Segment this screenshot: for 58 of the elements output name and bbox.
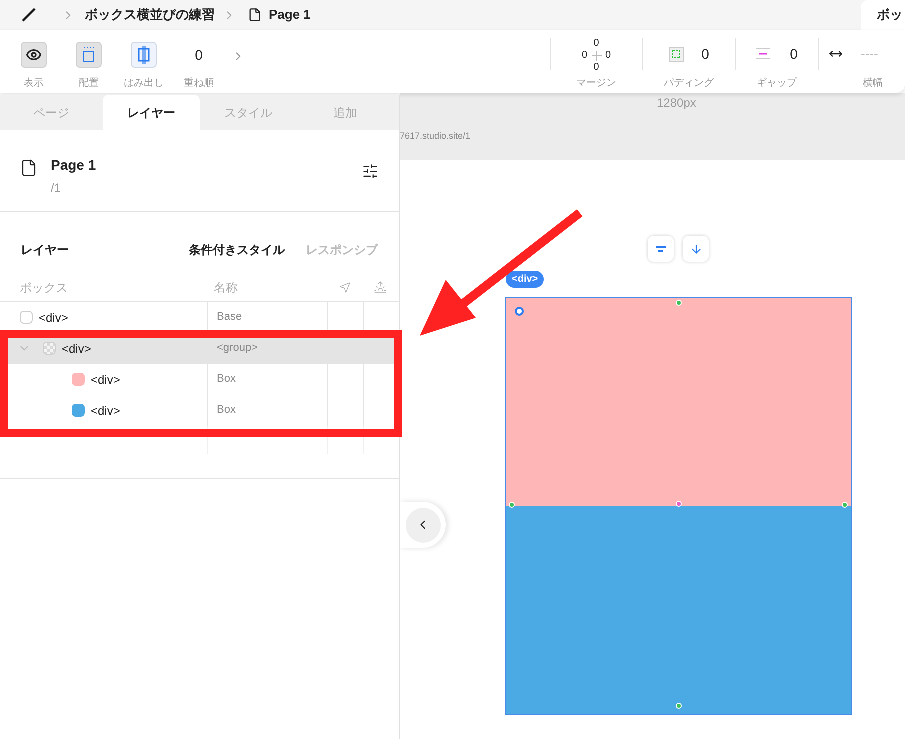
eye-icon: [26, 47, 42, 63]
direction-button[interactable]: [683, 236, 709, 262]
arrow-down-icon: [690, 242, 702, 256]
page-icon: [20, 159, 38, 177]
gap-label: ギャップ: [757, 76, 797, 91]
layers-title: レイヤー: [21, 242, 69, 259]
page-icon: [248, 8, 262, 22]
colored-box[interactable]: [506, 506, 851, 714]
tool-label: 配置: [79, 76, 99, 91]
layer-view-tab[interactable]: 条件付きスタイル: [189, 241, 285, 259]
layer-tag: <div>: [91, 370, 120, 388]
checkbox-icon: [20, 311, 33, 324]
breadcrumb-item[interactable]: ボックス横並びの練習: [85, 5, 215, 25]
tool-label: 表示: [24, 76, 44, 91]
margin-bottom-value[interactable]: 0: [594, 62, 600, 74]
settings-icon[interactable]: [362, 163, 379, 180]
panel-tab[interactable]: レイヤー: [103, 95, 200, 130]
visibility-button[interactable]: [21, 42, 47, 68]
position-button[interactable]: [76, 42, 102, 68]
frame-icon: [83, 47, 95, 63]
group-icon: [43, 342, 56, 355]
padding-icon: [668, 46, 684, 62]
element-badge: <div>: [506, 271, 544, 288]
page-path: /1: [51, 180, 62, 197]
pointer-icon[interactable]: [339, 281, 352, 294]
column-header: ボックス: [19, 280, 69, 296]
width-label: 横幅: [863, 76, 883, 91]
site-url: 7617.studio.site/1: [400, 130, 471, 143]
page-title: Page 1: [51, 156, 96, 175]
layer-name: <group>: [217, 341, 258, 356]
overflow-icon: [138, 46, 150, 64]
layer-name: Box: [217, 403, 236, 418]
layer-name: Base: [217, 310, 242, 326]
padding-label: パディング: [664, 77, 714, 91]
gap-value[interactable]: 0: [790, 44, 798, 64]
margin-right-value[interactable]: 0: [606, 50, 612, 62]
layer-name: Box: [217, 372, 236, 388]
breadcrumb-item[interactable]: Page 1: [269, 5, 311, 25]
column-header: 名称: [214, 280, 239, 296]
pen-logo-icon[interactable]: [22, 8, 36, 22]
layer-tag: <div>: [91, 402, 120, 420]
layer-tag: <div>: [62, 340, 92, 358]
crosshair-icon: [592, 51, 602, 61]
tool-label: 重ね順: [184, 76, 214, 91]
margin-left-value[interactable]: 0: [582, 50, 588, 62]
margin-label: マージン: [576, 77, 616, 91]
horizon-icon[interactable]: [374, 281, 387, 294]
colored-box[interactable]: [506, 298, 851, 506]
tool-label: はみ出し: [124, 76, 164, 91]
padding-value[interactable]: 0: [702, 44, 710, 64]
layer-tag: <div>: [39, 308, 68, 326]
align-button[interactable]: [648, 236, 674, 262]
overflow-button[interactable]: [131, 42, 157, 68]
margin-top-value[interactable]: 0: [594, 38, 600, 50]
align-icon: [656, 246, 666, 252]
gap-icon: [756, 47, 770, 61]
z-order-value[interactable]: 0: [195, 44, 203, 66]
ruler-label: 1280px: [657, 95, 696, 112]
